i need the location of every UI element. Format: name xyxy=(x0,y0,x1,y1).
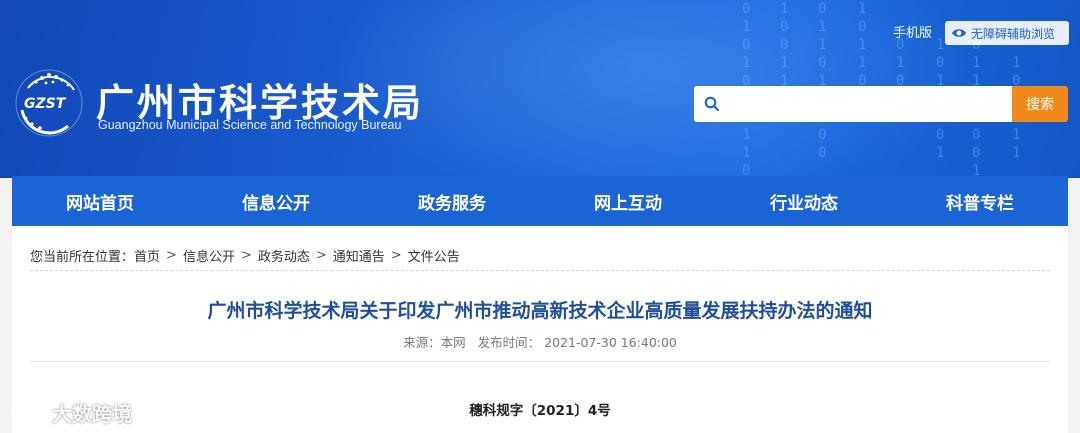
search-input[interactable] xyxy=(728,89,1014,119)
accessibility-label: 无障碍辅助浏览 xyxy=(971,26,1056,41)
gzst-logo-icon: GZST xyxy=(15,69,83,137)
breadcrumb: 您当前所在位置： 首页 > 信息公开 > 政务动态 > 通知通告 > 文件公告 xyxy=(30,246,460,265)
binary-decoration: 1 0 1 0 1 0 1 xyxy=(936,37,945,161)
published-label: 发布时间： xyxy=(477,335,541,350)
watermark-text: 大数跨境 xyxy=(52,402,132,426)
accessibility-button[interactable]: 无障碍辅助浏览 xyxy=(945,21,1069,45)
nav-item-info-disclosure[interactable]: 信息公开 xyxy=(188,176,364,226)
breadcrumb-prefix: 您当前所在位置： xyxy=(30,250,135,265)
divider xyxy=(30,270,1050,271)
article-container: 您当前所在位置： 首页 > 信息公开 > 政务动态 > 通知通告 > 文件公告 … xyxy=(12,226,1068,433)
breadcrumb-separator: > xyxy=(390,248,402,263)
published-time: 2021-07-30 16:40:00 xyxy=(544,335,677,350)
search-icon xyxy=(704,96,720,112)
breadcrumb-separator: > xyxy=(315,248,327,263)
document-number: 穗科规字〔2021〕4号 xyxy=(469,403,611,419)
binary-decoration: 0 1 1 0 1 0 1 0 0 xyxy=(818,1,827,161)
article-source: 来源：本网 xyxy=(403,335,466,350)
watermark: 大数跨境 xyxy=(8,398,132,427)
article-meta: 来源：本网 发布时间： 2021-07-30 16:40:00 xyxy=(12,332,1068,351)
nav-item-science-column[interactable]: 科普专栏 xyxy=(892,176,1068,226)
breadcrumb-separator: > xyxy=(240,248,252,263)
divider xyxy=(30,361,1050,362)
nav-item-industry-news[interactable]: 行业动态 xyxy=(716,176,892,226)
breadcrumb-item-notices[interactable]: 通知通告 xyxy=(333,246,385,265)
binary-decoration: 1 0 1 1 0 xyxy=(858,1,867,89)
page: 0 1 0 1 0 1 0 1 1 0 1 0 0 1 1 0 1 0 1 1 … xyxy=(0,0,1080,433)
nav-item-home[interactable]: 网站首页 xyxy=(12,176,188,226)
breadcrumb-item-info[interactable]: 信息公开 xyxy=(183,246,235,265)
site-subtitle: Guangzhou Municipal Science and Technolo… xyxy=(98,118,402,132)
search-box xyxy=(694,86,1014,122)
main-nav: 网站首页 信息公开 政务服务 网上互动 行业动态 科普专栏 xyxy=(12,176,1068,226)
breadcrumb-separator: > xyxy=(166,248,177,263)
breadcrumb-item-gov-news[interactable]: 政务动态 xyxy=(258,246,310,265)
watermark-logo-icon xyxy=(11,405,47,420)
header-banner: 0 1 0 1 0 1 0 1 1 0 1 0 0 1 1 0 1 0 1 1 … xyxy=(0,0,1080,178)
article-title: 广州市科学技术局关于印发广州市推动高新技术企业高质量发展扶持办法的通知 xyxy=(207,300,873,322)
svg-text:GZST: GZST xyxy=(24,96,67,112)
nav-item-gov-services[interactable]: 政务服务 xyxy=(364,176,540,226)
search-button[interactable]: 搜索 xyxy=(1012,86,1068,122)
nav-item-online-interaction[interactable]: 网上互动 xyxy=(540,176,716,226)
mobile-version-link[interactable]: 手机版 xyxy=(893,22,932,41)
eye-icon xyxy=(952,29,966,37)
breadcrumb-item-announcements[interactable]: 文件公告 xyxy=(408,246,460,265)
breadcrumb-item-home[interactable]: 首页 xyxy=(134,246,160,265)
